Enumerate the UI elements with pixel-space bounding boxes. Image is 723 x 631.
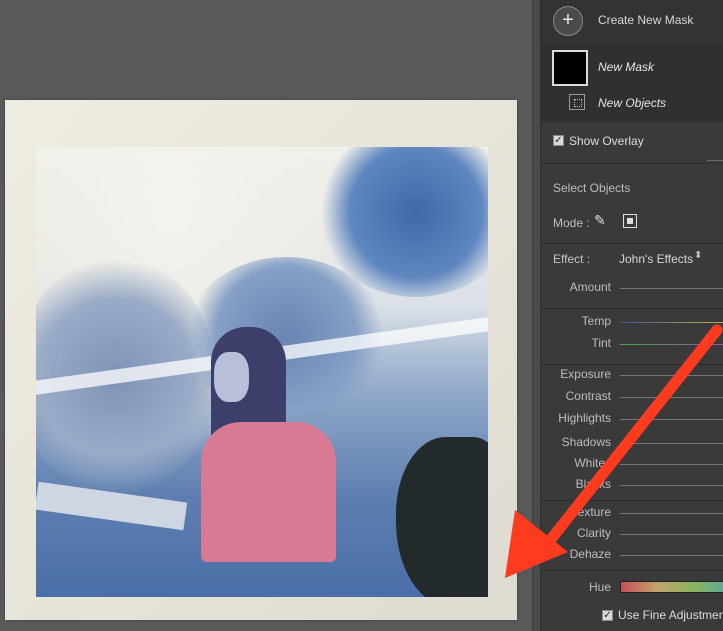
highlights-slider[interactable] [620, 419, 723, 420]
dark-bush [396, 437, 488, 597]
select-objects-title: Select Objects [553, 181, 631, 195]
hue-slider[interactable] [620, 581, 723, 593]
slider-label-clarity: Clarity [576, 526, 611, 540]
person-shirt [201, 422, 336, 562]
show-overlay-label[interactable]: Show Overlay [569, 134, 644, 148]
slider-label-highlights: Highlights [558, 411, 611, 425]
slider-label-whites: Whites [574, 456, 611, 470]
contrast-slider[interactable] [620, 397, 723, 398]
slider-label-texture: Texture [571, 505, 611, 519]
masking-panel: + Create New Mask New Mask New Objects ✓… [541, 0, 723, 631]
tint-slider[interactable] [620, 344, 723, 345]
section-divider [541, 570, 723, 571]
dehaze-slider[interactable] [620, 555, 723, 556]
fine-adjustment-checkbox[interactable]: ✓ [602, 610, 613, 621]
divider-line [707, 160, 723, 161]
mask-component-name[interactable]: New Objects [598, 96, 666, 110]
slider-label-shadows: Shadows [561, 435, 611, 449]
texture-slider[interactable] [620, 513, 723, 514]
overlay-row: ✓ Show Overlay [541, 122, 723, 162]
brush-select-icon[interactable]: ✎ [594, 212, 610, 228]
rectangle-select-icon[interactable] [623, 214, 637, 228]
panel-divider[interactable] [532, 0, 541, 631]
create-new-mask-button[interactable]: Create New Mask [598, 13, 693, 27]
section-divider [541, 500, 723, 501]
slider-label-exposure: Exposure [560, 367, 611, 381]
effect-label: Effect : [553, 252, 591, 266]
amount-slider[interactable] [620, 288, 723, 289]
mode-label: Mode : [553, 216, 590, 230]
slider-label-tint: Tint [591, 336, 611, 350]
select-objects-section: Select Objects Mode : ✎ [541, 163, 723, 244]
mask-name[interactable]: New Mask [598, 60, 654, 74]
slider-label-hue: Hue [588, 580, 611, 594]
slider-label-dehaze: Dehaze [569, 547, 611, 561]
whites-slider[interactable] [620, 464, 723, 465]
mask-header: + Create New Mask [541, 0, 723, 45]
plus-icon[interactable]: + [553, 6, 583, 36]
select-objects-icon [569, 94, 585, 110]
slider-label-temp: Temp [581, 314, 611, 328]
chevron-updown-icon[interactable]: ⬍ [694, 250, 702, 261]
fine-adjustment-label[interactable]: Use Fine Adjustment [618, 608, 723, 622]
slider-label-contrast: Contrast [565, 389, 611, 403]
mask-list: New Mask New Objects [541, 44, 723, 122]
section-divider [541, 308, 723, 309]
polaroid-frame [5, 100, 517, 620]
slider-label-blacks: Blacks [575, 477, 611, 491]
show-overlay-checkbox[interactable]: ✓ [553, 135, 564, 146]
person-face [214, 352, 249, 402]
effect-preset-dropdown[interactable]: John's Effects [619, 252, 693, 266]
mask-thumbnail[interactable] [552, 50, 588, 86]
slider-label-amount: Amount [569, 280, 611, 294]
blacks-slider[interactable] [620, 485, 723, 486]
effect-section: Effect : John's Effects ⬍ Amount Temp Ti… [541, 243, 723, 631]
shadows-slider[interactable] [620, 443, 723, 444]
section-divider [541, 364, 723, 365]
photo-image[interactable] [36, 147, 488, 597]
clarity-slider[interactable] [620, 534, 723, 535]
photo-canvas[interactable] [0, 0, 532, 631]
temp-slider[interactable] [620, 322, 723, 323]
exposure-slider[interactable] [620, 375, 723, 376]
